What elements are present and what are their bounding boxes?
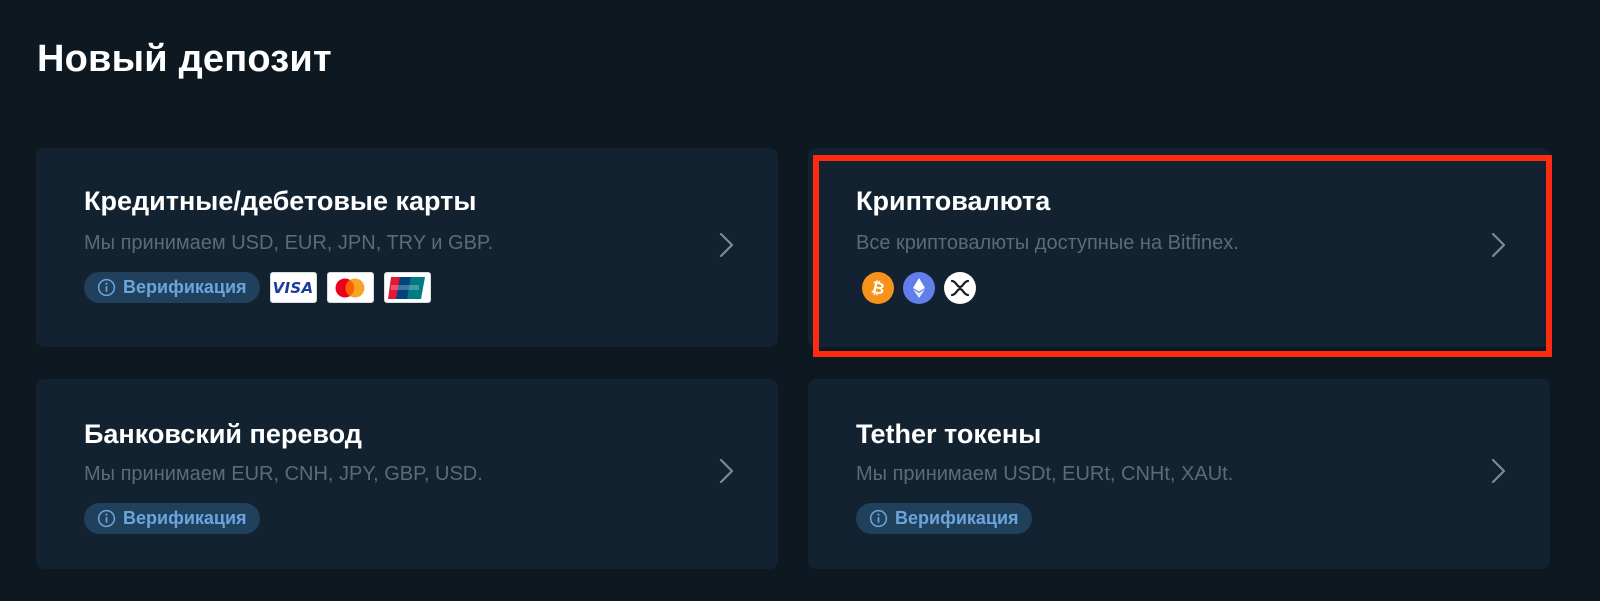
- unionpay-icon: [388, 276, 426, 299]
- mastercard-logo: [326, 272, 374, 303]
- mastercard-icon: [335, 278, 365, 297]
- card-description: Все криптовалюты доступные на Bitfinex.: [856, 232, 1239, 254]
- verification-label: Верификация: [123, 508, 247, 528]
- page-title: Новый депозит: [37, 38, 332, 80]
- card-description: Мы принимаем USD, EUR, JPN, TRY и GBP.: [84, 232, 494, 254]
- badge-row: Верификация: [856, 503, 1032, 534]
- visa-logo-text: VISA: [272, 278, 314, 297]
- card-title: Tether токены: [856, 419, 1042, 449]
- info-icon: [97, 509, 116, 528]
- badge-row: Верификация: [84, 503, 260, 534]
- chevron-right-icon: [719, 458, 734, 484]
- verification-label: Верификация: [123, 277, 247, 297]
- card-cryptocurrency[interactable]: Криптовалюта Все криптовалюты доступные …: [808, 148, 1550, 347]
- svg-text:₿: ₿: [870, 278, 887, 298]
- info-icon: [97, 278, 116, 297]
- card-tether-tokens[interactable]: Tether токены Мы принимаем USDt, EURt, C…: [808, 379, 1550, 569]
- verification-badge[interactable]: Верификация: [84, 503, 260, 534]
- card-credit-debit[interactable]: Кредитные/дебетовые карты Мы принимаем U…: [36, 148, 778, 347]
- chevron-right-icon: [1491, 232, 1506, 258]
- card-bank-transfer[interactable]: Банковский перевод Мы принимаем EUR, CNH…: [36, 379, 778, 569]
- card-title: Кредитные/дебетовые карты: [84, 186, 477, 216]
- chevron-right-icon: [1491, 458, 1506, 484]
- card-description: Мы принимаем EUR, CNH, JPY, GBP, USD.: [84, 463, 483, 485]
- verification-badge[interactable]: Верификация: [856, 503, 1032, 534]
- card-title: Криптовалюта: [856, 186, 1051, 216]
- visa-logo: VISA: [269, 272, 317, 303]
- ethereum-icon: [903, 272, 935, 304]
- verification-badge[interactable]: Верификация: [84, 272, 260, 303]
- badge-row: Верификация VISA: [84, 272, 431, 303]
- card-description: Мы принимаем USDt, EURt, CNHt, XAUt.: [856, 463, 1234, 485]
- verification-label: Верификация: [895, 508, 1019, 528]
- coin-icons-row: ₿: [862, 272, 985, 304]
- bitcoin-icon: ₿: [862, 272, 894, 304]
- card-title: Банковский перевод: [84, 419, 362, 449]
- info-icon: [869, 509, 888, 528]
- chevron-right-icon: [719, 232, 734, 258]
- xrp-icon: [944, 272, 976, 304]
- unionpay-logo: [383, 272, 431, 303]
